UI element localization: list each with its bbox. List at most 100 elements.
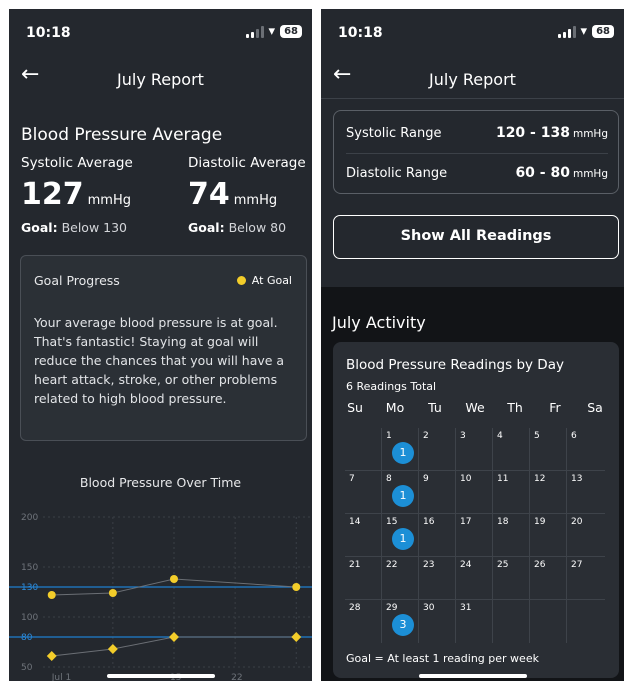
reading-count-badge[interactable]: 1 [392,528,414,550]
weekday-header: Su Mo Tu We Th Fr Sa [335,400,615,415]
status-icons: ▾ 68 [245,25,302,38]
diastolic-average-value: 74 mmHg [188,177,277,212]
calendar-day-cell[interactable]: 18 [493,514,530,557]
show-all-readings-button[interactable]: Show All Readings [333,215,619,259]
calendar-day-cell[interactable]: 9 [419,471,456,514]
calendar-title: Blood Pressure Readings by Day [346,357,564,373]
weekday-label: Tu [428,400,442,415]
calendar-day-cell [567,600,604,643]
calendar-day-cell[interactable]: 29 3 [382,600,419,643]
calendar-day-cell[interactable]: 23 [419,557,456,600]
calendar-goal-text: Goal = At least 1 reading per week [346,652,539,665]
y-tick-label: 130 [21,583,38,593]
report-screen-summary: 10:18 ▾ 68 ← July Report Blood Pressure … [9,9,312,681]
calendar-day-cell[interactable]: 3 [456,428,493,471]
page-title: July Report [429,70,516,89]
calendar-day-cell[interactable]: 24 [456,557,493,600]
calendar-day-number: 15 [386,517,398,527]
readings-total: 6 Readings Total [346,380,437,393]
reading-count-badge[interactable]: 1 [392,485,414,507]
calendar-day-cell[interactable]: 4 [493,428,530,471]
calendar-day-cell[interactable]: 25 [493,557,530,600]
reading-count-badge[interactable]: 1 [392,442,414,464]
battery-icon: 68 [592,25,614,38]
diastolic-point [291,632,302,642]
calendar-day-cell[interactable]: 7 [345,471,382,514]
systolic-range-label: Systolic Range [346,125,442,141]
bp-over-time-chart: 2001501301008050Jul 11522 [9,513,312,681]
x-tick-label: Jul 1 [51,673,71,681]
calendar-day-cell[interactable]: 26 [530,557,567,600]
calendar-week-row: 28 29 3 30 31 [345,600,605,643]
weekday-label: Mo [385,400,405,415]
calendar-day-number: 2 [423,431,429,441]
diastolic-unit: mmHg [233,193,278,208]
calendar-day-cell[interactable]: 2 [419,428,456,471]
calendar-day-cell[interactable]: 15 1 [382,514,419,557]
calendar-day-cell[interactable]: 22 [382,557,419,600]
calendar-day-cell[interactable]: 81 [382,471,419,514]
systolic-point [108,589,117,597]
calendar-day-number: 3 [460,431,466,441]
calendar-day-cell[interactable]: 17 [456,514,493,557]
systolic-range-row: Systolic Range 120 - 138 mmHg [346,123,608,143]
calendar-day-number: 9 [423,474,429,484]
diastolic-range-number: 60 - 80 [515,165,570,181]
calendar-day-cell[interactable]: 11 [382,428,419,471]
home-indicator[interactable] [106,674,215,678]
goal-status-text: At Goal [251,274,292,287]
diastolic-point [169,632,179,642]
calendar-day-cell[interactable]: 5 [530,428,567,471]
calendar-day-number: 24 [460,560,472,570]
page-title: July Report [117,70,204,89]
goal-progress-text: Your average blood pressure is at goal. … [34,315,285,406]
systolic-point [47,591,56,599]
systolic-number: 127 [21,177,84,212]
calendar-day-number: 31 [460,603,472,613]
systolic-point [170,575,178,583]
diastolic-goal-label: Goal: [188,220,225,235]
y-tick-label: 50 [21,663,33,673]
systolic-unit: mmHg [87,193,131,208]
calendar-day-cell[interactable]: 12 [530,471,567,514]
reading-count-badge[interactable]: 3 [392,614,414,636]
calendar-day-cell[interactable]: 16 [419,514,456,557]
calendar-week-row: 21 22 23 24 25 26 27 [345,557,605,600]
calendar-day-number: 8 [386,474,392,484]
calendar-day-number: 6 [571,431,577,441]
calendar-day-cell[interactable]: 10 [456,471,493,514]
calendar-day-cell [345,428,382,471]
calendar-day-cell[interactable]: 14 [345,514,382,557]
calendar-day-cell[interactable]: 31 [456,600,493,643]
readings-calendar-card: Blood Pressure Readings by Day 6 Reading… [333,342,619,678]
activity-section: July Activity Blood Pressure Readings by… [321,287,624,681]
diastolic-range-label: Diastolic Range [346,165,448,181]
diastolic-average-label: Diastolic Average [188,155,306,171]
nav-bar: ← July Report [9,57,312,99]
calendar-day-number: 4 [497,431,503,441]
calendar-day-cell[interactable]: 30 [419,600,456,643]
systolic-average-label: Systolic Average [21,155,133,171]
calendar-day-cell[interactable]: 27 [567,557,604,600]
calendar-day-cell[interactable]: 28 [345,600,382,643]
calendar-day-number: 14 [349,517,361,527]
calendar-day-cell[interactable]: 13 [567,471,604,514]
calendar-day-cell[interactable]: 20 [567,514,604,557]
signal-icon [557,25,576,38]
home-indicator[interactable] [418,674,527,678]
calendar-day-number: 28 [349,603,361,613]
calendar-day-cell[interactable]: 11 [493,471,530,514]
calendar-day-number: 29 [386,603,398,613]
calendar-day-cell[interactable]: 19 [530,514,567,557]
systolic-goal-value: Below 130 [61,220,128,235]
systolic-goal: Goal: Below 130 [21,220,127,235]
calendar-day-number: 30 [423,603,435,613]
y-tick-label: 200 [21,513,38,523]
status-time: 10:18 [26,25,71,41]
calendar-day-number: 27 [571,560,583,570]
calendar-day-cell[interactable]: 6 [567,428,604,471]
calendar-day-cell[interactable]: 21 [345,557,382,600]
calendar-day-number: 5 [534,431,540,441]
systolic-average-value: 127 mmHg [21,177,131,212]
status-dot-icon [236,276,246,285]
